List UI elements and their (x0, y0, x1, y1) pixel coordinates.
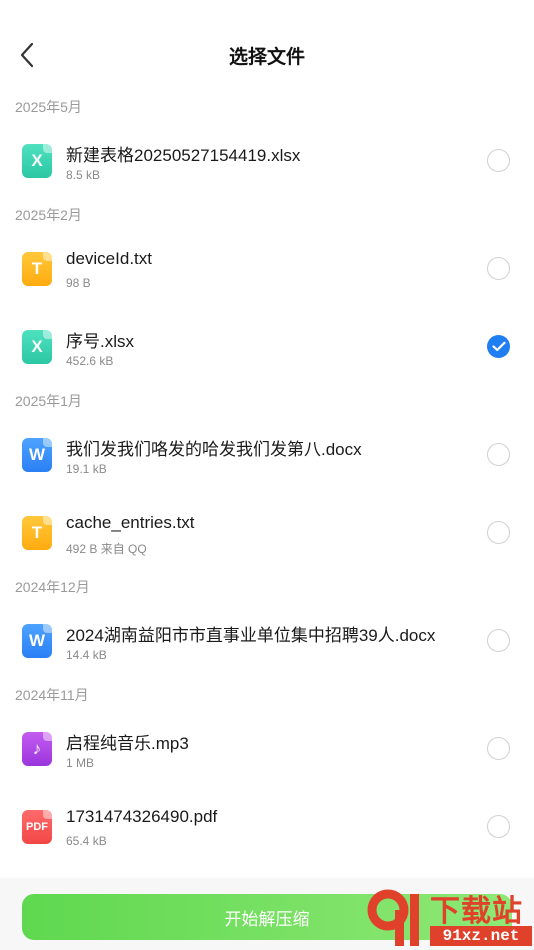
list-item[interactable]: X 新建表格20250527154419.xlsx 8.5 kB (0, 122, 534, 200)
select-radio[interactable] (487, 815, 510, 838)
file-name: 1731474326490.pdf (66, 807, 218, 826)
select-radio[interactable] (487, 149, 510, 172)
list-item[interactable]: PDF 1731474326490.pdf 65.4 kB (0, 788, 534, 866)
page-title: 选择文件 (228, 47, 305, 68)
watermark-url: 91xz.net (430, 926, 532, 946)
file-name: 我们发我们咯发的哈发我们发第八.docx (66, 440, 362, 459)
list-item[interactable]: W 我们发我们咯发的哈发我们发第八.docx 19.1 kB (0, 416, 534, 494)
music-file-icon: ♪ (22, 732, 52, 766)
docx-file-icon: W (22, 438, 52, 472)
file-meta: 492 B 来自 QQ (66, 542, 147, 556)
check-icon (491, 341, 506, 352)
list-item[interactable]: T deviceId.txt 98 B (0, 230, 534, 308)
file-name: 新建表格20250527154419.xlsx (66, 146, 301, 165)
list-item[interactable]: T cache_entries.txt 492 B 来自 QQ (0, 494, 534, 572)
watermark: 下载站 91xz.net (366, 884, 534, 950)
file-name: deviceId.txt (66, 249, 152, 268)
file-name: cache_entries.txt (66, 513, 195, 532)
select-radio-checked[interactable] (487, 335, 510, 358)
xlsx-file-icon: X (22, 330, 52, 364)
file-list[interactable]: 2025年5月 X 新建表格20250527154419.xlsx 8.5 kB… (0, 92, 534, 878)
watermark-logo (367, 889, 419, 946)
xlsx-file-icon: X (22, 144, 52, 178)
file-meta: 1 MB (66, 756, 95, 770)
group-label: 2025年5月 (15, 99, 82, 115)
select-radio[interactable] (487, 737, 510, 760)
select-radio[interactable] (487, 257, 510, 280)
list-item[interactable]: W 2024湖南益阳市市直事业单位集中招聘39人.docx 14.4 kB (0, 602, 534, 680)
select-radio[interactable] (487, 443, 510, 466)
list-item[interactable]: ♪ 启程纯音乐.mp3 1 MB (0, 710, 534, 788)
file-meta: 19.1 kB (66, 462, 107, 476)
list-item[interactable]: X 序号.xlsx 452.6 kB (0, 308, 534, 386)
file-meta: 8.5 kB (66, 168, 101, 182)
group-label: 2024年11月 (15, 687, 89, 703)
file-meta: 14.4 kB (66, 648, 107, 662)
group-label: 2024年12月 (15, 579, 90, 595)
header: 选择文件 (0, 0, 534, 92)
group-label: 2025年1月 (15, 393, 82, 409)
docx-file-icon: W (22, 624, 52, 658)
select-radio[interactable] (487, 629, 510, 652)
file-meta: 65.4 kB (66, 834, 107, 848)
file-meta: 452.6 kB (66, 354, 114, 368)
group-label: 2025年2月 (15, 207, 82, 223)
pdf-file-icon: PDF (22, 810, 52, 844)
file-meta: 98 B (66, 276, 91, 290)
file-name: 序号.xlsx (66, 332, 134, 351)
select-radio[interactable] (487, 521, 510, 544)
file-name: 启程纯音乐.mp3 (66, 734, 189, 753)
file-name: 2024湖南益阳市市直事业单位集中招聘39人.docx (66, 626, 436, 645)
txt-file-icon: T (22, 252, 52, 286)
txt-file-icon: T (22, 516, 52, 550)
watermark-title: 下载站 (430, 895, 523, 928)
